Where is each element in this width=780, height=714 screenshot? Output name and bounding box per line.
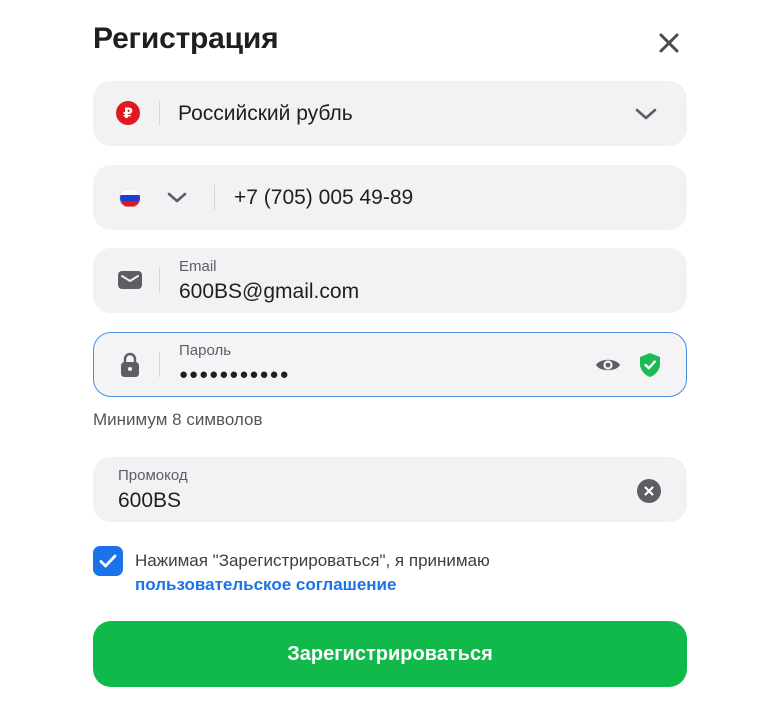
svg-text:₽: ₽ — [123, 106, 133, 122]
register-button[interactable]: Зарегистрироваться — [93, 621, 687, 687]
clear-icon — [637, 479, 661, 503]
currency-select[interactable]: ₽ Российский рубль — [93, 81, 687, 146]
password-value: ●●●●●●●●●●● — [179, 366, 290, 383]
password-field[interactable]: Пароль ●●●●●●●●●●● — [93, 332, 687, 397]
divider — [159, 101, 160, 126]
agreement-checkbox[interactable] — [93, 546, 123, 576]
password-label: Пароль — [179, 342, 232, 359]
promo-field[interactable]: Промокод 600BS — [93, 457, 687, 522]
divider — [214, 185, 215, 210]
password-hint: Минимум 8 символов — [93, 410, 263, 429]
mail-icon — [118, 270, 142, 290]
eye-icon[interactable] — [595, 354, 621, 376]
clear-button[interactable] — [636, 478, 662, 504]
close-button[interactable] — [652, 26, 686, 60]
close-icon — [659, 33, 679, 53]
user-agreement-link[interactable]: пользовательское соглашение — [135, 575, 396, 595]
dialog-title: Регистрация — [93, 22, 279, 55]
email-field[interactable]: Email 600BS@gmail.com — [93, 248, 687, 313]
ruble-icon: ₽ — [116, 101, 140, 125]
checkmark-icon — [99, 554, 117, 568]
email-label: Email — [179, 258, 217, 275]
divider — [159, 352, 160, 377]
russia-flag-icon[interactable] — [119, 189, 141, 207]
chevron-down-icon — [633, 101, 659, 127]
phone-field[interactable]: +7 (705) 005 49-89 — [93, 165, 687, 230]
email-value: 600BS@gmail.com — [179, 280, 360, 303]
agreement-text: Нажимая "Зарегистрироваться", я принимаю — [135, 551, 490, 570]
lock-icon — [119, 352, 141, 378]
divider — [159, 268, 160, 293]
chevron-down-icon[interactable] — [165, 187, 189, 209]
currency-value: Российский рубль — [178, 102, 353, 125]
promo-value: 600BS — [118, 489, 182, 512]
phone-value: +7 (705) 005 49-89 — [234, 186, 414, 209]
promo-label: Промокод — [118, 467, 188, 484]
shield-check-icon — [638, 351, 662, 379]
